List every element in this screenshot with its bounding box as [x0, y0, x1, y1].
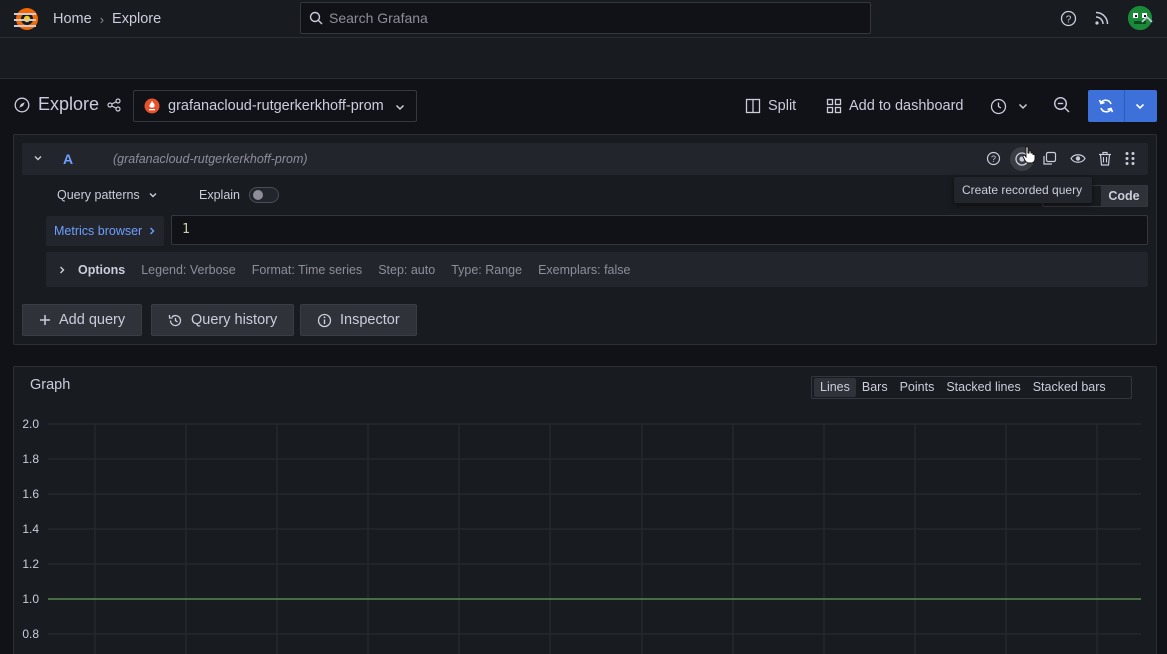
y-tick-label: 1.6	[22, 487, 39, 501]
visualization-switch: Lines Bars Points Stacked lines Stacked …	[811, 376, 1132, 399]
options-label: Options	[78, 262, 126, 277]
y-tick-label: 1.4	[22, 522, 39, 536]
add-query-button[interactable]: Add query	[22, 304, 143, 336]
add-to-dashboard-label: Add to dashboard	[849, 98, 964, 114]
option-type: Type: Range	[451, 262, 523, 277]
split-label: Split	[768, 98, 797, 114]
y-tick-label: 1.8	[22, 452, 39, 466]
refresh-icon	[1098, 99, 1114, 113]
inspector-button[interactable]: Inspector	[300, 304, 417, 336]
hand-cursor-icon	[1022, 146, 1036, 164]
metrics-browser-button[interactable]: Metrics browser	[46, 216, 164, 246]
chevron-down-icon[interactable]	[33, 153, 43, 163]
history-icon	[168, 314, 182, 326]
search-input[interactable]: Search Grafana	[300, 2, 871, 34]
chevron-up-icon[interactable]	[1140, 14, 1154, 24]
tooltip: Create recorded query	[954, 177, 1092, 203]
breadcrumb-home[interactable]: Home	[53, 11, 92, 27]
viz-option-lines[interactable]: Lines	[814, 378, 856, 397]
option-format: Format: Time series	[251, 262, 363, 277]
query-history-button[interactable]: Query history	[151, 304, 295, 336]
breadcrumb-explore[interactable]: Explore	[112, 11, 161, 27]
apps-icon	[826, 98, 842, 114]
query-patterns-button[interactable]: Query patterns	[57, 188, 158, 202]
zoom-out-icon[interactable]	[1053, 96, 1071, 114]
prometheus-icon	[144, 98, 160, 114]
toggle-knob	[253, 190, 263, 200]
time-picker-button[interactable]	[990, 90, 1029, 122]
menu-icon[interactable]	[14, 12, 36, 28]
breadcrumb-separator: ›	[99, 11, 105, 27]
time-series-chart[interactable]: 2.0 1.8 1.6 1.4 1.2 1.0 0.8	[0, 405, 1167, 654]
query-datasource-hint: (grafanacloud-rutgerkerkhoff-prom)	[113, 152, 308, 166]
breadcrumb-bar	[0, 38, 1167, 79]
option-legend: Legend: Verbose	[141, 262, 236, 277]
compass-icon	[14, 97, 30, 112]
clock-icon	[990, 98, 1007, 114]
chevron-down-icon	[149, 193, 157, 198]
explain-label: Explain	[199, 188, 240, 202]
y-tick-label: 1.0	[22, 592, 39, 606]
breadcrumb: Home › Explore	[53, 11, 161, 27]
svg-text:?: ?	[1066, 15, 1072, 26]
viz-option-stacked-bars[interactable]: Stacked bars	[1027, 378, 1112, 397]
split-button[interactable]: Split	[745, 90, 796, 122]
drag-handle-icon[interactable]	[1124, 151, 1136, 166]
explore-title: Explore	[38, 94, 100, 114]
viz-option-points[interactable]: Points	[894, 378, 941, 397]
graph-title: Graph	[30, 377, 71, 393]
option-step: Step: auto	[378, 262, 436, 277]
query-letter[interactable]: A	[63, 151, 73, 167]
svg-text:?: ?	[991, 154, 996, 164]
viz-option-stacked-lines[interactable]: Stacked lines	[940, 378, 1026, 397]
chevron-down-icon	[1018, 103, 1028, 110]
run-button-divider	[1124, 90, 1125, 122]
trash-icon[interactable]	[1098, 151, 1112, 166]
horizontal-grid	[48, 423, 1141, 635]
plus-icon	[40, 315, 50, 325]
chevron-down-icon	[395, 104, 405, 111]
eye-icon[interactable]	[1070, 151, 1086, 166]
search-placeholder: Search Grafana	[329, 10, 428, 26]
y-tick-label: 2.0	[22, 417, 39, 431]
help-icon[interactable]: ?	[986, 151, 1001, 166]
y-tick-label: 1.2	[22, 557, 39, 571]
columns-icon	[745, 98, 761, 114]
query-history-label: Query history	[191, 312, 278, 328]
info-circle-icon	[317, 313, 332, 327]
query-patterns-label: Query patterns	[57, 188, 140, 202]
add-query-label: Add query	[59, 312, 126, 328]
run-query-button[interactable]	[1088, 90, 1157, 122]
viz-option-bars[interactable]: Bars	[856, 378, 894, 397]
datasource-picker[interactable]: grafanacloud-rutgerkerkhoff-prom	[133, 90, 417, 122]
inspector-label: Inspector	[340, 312, 400, 328]
y-axis-ticks: 2.0 1.8 1.6 1.4 1.2 1.0 0.8	[22, 417, 39, 641]
add-to-dashboard-button[interactable]: Add to dashboard	[826, 90, 963, 122]
search-icon	[309, 11, 323, 25]
y-tick-label: 0.8	[22, 627, 39, 641]
chevron-right-icon	[150, 227, 155, 235]
share-icon[interactable]	[107, 97, 121, 112]
chevron-right-icon	[60, 266, 65, 273]
news-feed-icon[interactable]	[1094, 10, 1110, 26]
datasource-name: grafanacloud-rutgerkerkhoff-prom	[168, 98, 384, 114]
explain-toggle[interactable]	[249, 187, 279, 203]
query-options-row[interactable]: Options Legend: Verbose Format: Time ser…	[46, 252, 1148, 287]
query-expression-input[interactable]: 1	[171, 215, 1148, 245]
copy-icon[interactable]	[1042, 151, 1057, 166]
page-title: Explore	[14, 94, 121, 115]
code-mode-button[interactable]: Code	[1101, 186, 1147, 206]
help-icon[interactable]: ?	[1060, 10, 1077, 27]
option-exemplars: Exemplars: false	[538, 262, 631, 277]
chevron-down-icon[interactable]	[1134, 100, 1146, 112]
metrics-browser-label: Metrics browser	[54, 224, 143, 238]
